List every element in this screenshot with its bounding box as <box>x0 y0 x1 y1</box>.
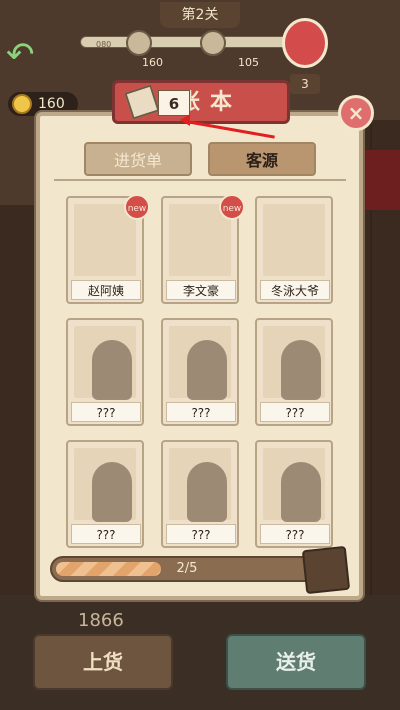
deliver-goods-button[interactable]: 送货 <box>226 634 366 690</box>
customer-name: 冬泳大爷 <box>260 280 330 300</box>
customer-card-locked[interactable]: ??? <box>66 440 144 548</box>
ledger-tabs: 进货单 客源 <box>78 142 318 178</box>
close-button[interactable]: × <box>338 95 374 131</box>
silhouette-icon <box>187 340 227 400</box>
collection-progress-text: 2/5 <box>176 561 198 576</box>
customer-card-li[interactable]: new 李文豪 <box>161 194 245 304</box>
customer-name: ??? <box>260 524 330 544</box>
bread-marker-icon <box>126 30 152 56</box>
locked-portrait <box>74 326 136 400</box>
marker-2-value: 105 <box>238 56 259 69</box>
collection-progress-bar: 2/5 <box>50 556 320 582</box>
level-progress-track <box>80 36 290 48</box>
reward-chest-icon[interactable] <box>301 545 351 595</box>
tab-purchase-orders[interactable]: 进货单 <box>84 142 192 176</box>
customer-card-dongyong[interactable]: 冬泳大爷 <box>255 196 333 304</box>
tab-underline <box>54 179 346 181</box>
silhouette-icon <box>281 462 321 522</box>
customer-name: ??? <box>71 402 141 422</box>
locked-portrait <box>169 326 231 400</box>
coin-value: 160 <box>38 96 65 112</box>
locked-portrait <box>263 326 325 400</box>
locked-portrait <box>169 448 231 522</box>
pointer-arrow-head <box>180 114 190 126</box>
customer-portrait <box>263 204 325 276</box>
customer-card-locked[interactable]: ??? <box>255 440 333 548</box>
customer-grid: new 赵阿姨 new 李文豪 冬泳大爷 ??? ??? ??? ??? ???… <box>62 192 342 552</box>
customer-card-locked[interactable]: ??? <box>255 318 333 426</box>
customer-name: 李文豪 <box>166 280 236 300</box>
tab-customers[interactable]: 客源 <box>208 142 316 176</box>
silhouette-icon <box>92 462 132 522</box>
bacon-reward-icon <box>282 18 328 68</box>
customer-name: ??? <box>166 402 236 422</box>
customer-name: 赵阿姨 <box>71 280 141 300</box>
egg-marker-icon <box>200 30 226 56</box>
reward-count: 3 <box>290 74 320 94</box>
customer-card-locked[interactable]: ??? <box>161 440 239 548</box>
customer-name: ??? <box>166 524 236 544</box>
customer-name: ??? <box>260 402 330 422</box>
new-badge: new <box>124 194 150 220</box>
bottom-number: 1866 <box>78 610 124 631</box>
locked-portrait <box>263 448 325 522</box>
customer-name: ??? <box>71 524 141 544</box>
silhouette-icon <box>92 340 132 400</box>
customer-card-locked[interactable]: ??? <box>66 318 144 426</box>
ticket-count: 6 <box>158 90 190 116</box>
coin-icon <box>12 94 32 114</box>
customer-card-zhao[interactable]: new 赵阿姨 <box>66 194 150 304</box>
progress-start-label: 080 <box>96 40 112 49</box>
silhouette-icon <box>187 462 227 522</box>
level-title: 第2关 <box>160 2 240 28</box>
side-shelf-left <box>0 115 40 205</box>
customer-card-locked[interactable]: ??? <box>161 318 239 426</box>
marker-1-value: 160 <box>142 56 163 69</box>
back-arrow-icon[interactable]: ↶ <box>6 38 50 74</box>
load-goods-button[interactable]: 上货 <box>33 634 173 690</box>
locked-portrait <box>74 448 136 522</box>
new-badge: new <box>219 194 245 220</box>
reward-badge[interactable]: 3 <box>282 18 328 94</box>
cat-silhouette-icon <box>281 340 321 400</box>
